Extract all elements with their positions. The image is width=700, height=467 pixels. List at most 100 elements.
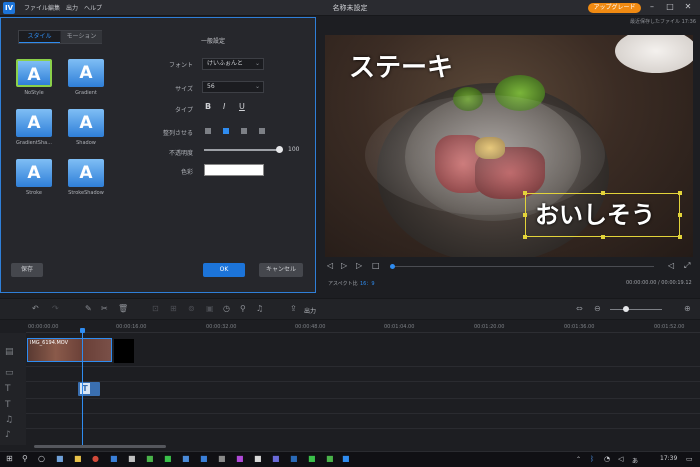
opacity-slider-handle[interactable] — [276, 146, 283, 153]
resize-handle[interactable] — [678, 213, 682, 217]
black-clip[interactable] — [114, 339, 134, 363]
caption-bottom[interactable]: おいしそう — [535, 195, 655, 230]
timeline-zoom-slider[interactable] — [610, 309, 662, 310]
playhead[interactable] — [82, 330, 83, 445]
volume-tray-icon[interactable]: ◁ — [618, 455, 623, 463]
audio-wave-icon[interactable]: ♫ — [256, 304, 263, 313]
resize-handle[interactable] — [523, 235, 527, 239]
color-label: 色彩 — [180, 169, 193, 176]
caption-top[interactable]: ステーキ — [349, 47, 453, 84]
stop-icon[interactable]: □ — [372, 261, 380, 270]
playback-progress[interactable] — [392, 266, 654, 267]
bluetooth-icon[interactable]: ᛒ — [590, 455, 594, 463]
play-icon[interactable]: ▷ — [341, 261, 347, 270]
taskbar-chrome-icon[interactable]: ● — [92, 454, 99, 463]
resize-handle[interactable] — [523, 213, 527, 217]
maximize-icon[interactable]: □ — [664, 2, 676, 11]
align-right-icon[interactable] — [241, 128, 247, 134]
align-center-icon[interactable] — [223, 128, 229, 134]
cancel-button[interactable]: キャンセル — [259, 263, 303, 277]
taskbar-app-icon[interactable]: ■ — [218, 454, 226, 463]
volume-icon[interactable]: ◁ — [668, 261, 674, 270]
close-icon[interactable]: ✕ — [682, 2, 694, 11]
export-icon[interactable]: ⇪ — [290, 304, 297, 313]
upgrade-button[interactable]: アップグレード — [588, 3, 641, 13]
size-select[interactable]: 56 ⌄ — [202, 81, 264, 93]
notification-chevron-icon[interactable]: ⌃ — [576, 456, 581, 463]
next-frame-icon[interactable]: ▷ — [356, 261, 362, 270]
taskbar-clock[interactable]: 17:39 — [660, 455, 677, 462]
taskbar-app-icon[interactable]: ■ — [200, 454, 208, 463]
delete-icon[interactable]: 🗑 — [118, 304, 128, 313]
zoom-clip-icon[interactable]: ⊚ — [188, 304, 195, 313]
timeline-zoom-handle[interactable] — [623, 306, 629, 312]
playback-handle[interactable] — [390, 264, 395, 269]
timeline-scrollbar[interactable] — [34, 445, 166, 448]
undo-icon[interactable]: ↶ — [32, 304, 39, 313]
color-swatch[interactable] — [204, 164, 264, 176]
resize-handle[interactable] — [678, 235, 682, 239]
zoom-out-icon[interactable]: ⊖ — [594, 304, 601, 313]
ruler-tick: 00:00:32.00 — [206, 324, 237, 330]
tab-motion[interactable]: モーション — [61, 31, 102, 43]
taskbar-line-icon[interactable]: ■ — [164, 454, 172, 463]
taskbar-app-icon[interactable]: ■ — [308, 454, 316, 463]
resize-handle[interactable] — [601, 235, 605, 239]
underline-button[interactable]: U — [239, 102, 245, 111]
opacity-slider[interactable] — [204, 149, 280, 151]
save-button[interactable]: 保存 — [11, 263, 43, 277]
network-icon[interactable]: ◔ — [604, 455, 610, 463]
minimize-icon[interactable]: – — [646, 2, 658, 11]
taskbar-app-icon[interactable]: ■ — [110, 454, 118, 463]
zoom-in-icon[interactable]: ⊕ — [684, 304, 691, 313]
resize-handle[interactable] — [678, 191, 682, 195]
taskbar-app-icon[interactable]: ■ — [236, 454, 244, 463]
preset-gradient-shadow-icon[interactable]: A — [16, 109, 52, 137]
preset-nostyle-icon[interactable]: A — [16, 59, 52, 87]
taskbar-app-icon[interactable]: ■ — [290, 454, 298, 463]
tab-style[interactable]: スタイル — [19, 31, 60, 43]
mosaic-icon[interactable]: ⊞ — [170, 304, 177, 313]
align-justify-icon[interactable] — [259, 128, 265, 134]
video-preview[interactable]: ステーキ おいしそう — [325, 35, 693, 257]
italic-button[interactable]: I — [223, 102, 225, 111]
cut-icon[interactable]: ✂ — [101, 304, 108, 313]
notification-icon[interactable]: ▭ — [686, 455, 693, 463]
redo-icon[interactable]: ↷ — [52, 304, 59, 313]
preset-label: NoStyle — [24, 90, 44, 96]
preset-label: Stroke — [26, 190, 42, 196]
fit-timeline-icon[interactable]: ⇔ — [576, 304, 583, 313]
prev-frame-icon[interactable]: ◁ — [327, 261, 333, 270]
ok-button[interactable]: OK — [203, 263, 245, 277]
crop-icon[interactable]: ⊡ — [152, 304, 159, 313]
taskbar-app-icon[interactable]: ■ — [326, 454, 334, 463]
taskbar-app-icon[interactable]: ■ — [146, 454, 154, 463]
preset-stroke-shadow-icon[interactable]: A — [68, 159, 104, 187]
font-select[interactable]: けいふぉんと ⌄ — [202, 58, 264, 70]
taskbar-folder-icon[interactable]: ■ — [74, 454, 82, 463]
pen-icon[interactable]: ✎ — [85, 304, 92, 313]
task-view-icon[interactable]: ○ — [38, 454, 45, 463]
taskbar-active-app-icon[interactable]: ■ — [342, 454, 350, 463]
align-left-icon[interactable] — [205, 128, 211, 134]
ime-icon[interactable]: あ — [632, 456, 638, 465]
start-icon[interactable]: ⊞ — [6, 454, 13, 463]
fullscreen-icon[interactable]: ⤢ — [684, 261, 690, 271]
speed-icon[interactable]: ◷ — [223, 304, 230, 313]
preset-gradient-icon[interactable]: A — [68, 59, 104, 87]
taskbar-app-icon[interactable]: ■ — [272, 454, 280, 463]
preset-stroke-icon[interactable]: A — [16, 159, 52, 187]
taskbar-search-icon[interactable]: ⚲ — [22, 454, 28, 463]
microphone-icon[interactable]: ⚲ — [240, 304, 246, 313]
taskbar-app-icon[interactable]: ■ — [56, 454, 64, 463]
playhead-handle[interactable] — [80, 328, 85, 333]
taskbar-app-icon[interactable]: ■ — [254, 454, 262, 463]
export-label[interactable]: 出力 — [304, 306, 316, 315]
taskbar-app-icon[interactable]: ■ — [128, 454, 136, 463]
aspect-ratio-value[interactable]: 16：9 — [360, 280, 375, 287]
bold-button[interactable]: B — [205, 102, 211, 111]
taskbar-app-icon[interactable]: ■ — [182, 454, 190, 463]
filter-icon[interactable]: ▣ — [206, 304, 214, 313]
resize-handle[interactable] — [523, 191, 527, 195]
preset-shadow-icon[interactable]: A — [68, 109, 104, 137]
